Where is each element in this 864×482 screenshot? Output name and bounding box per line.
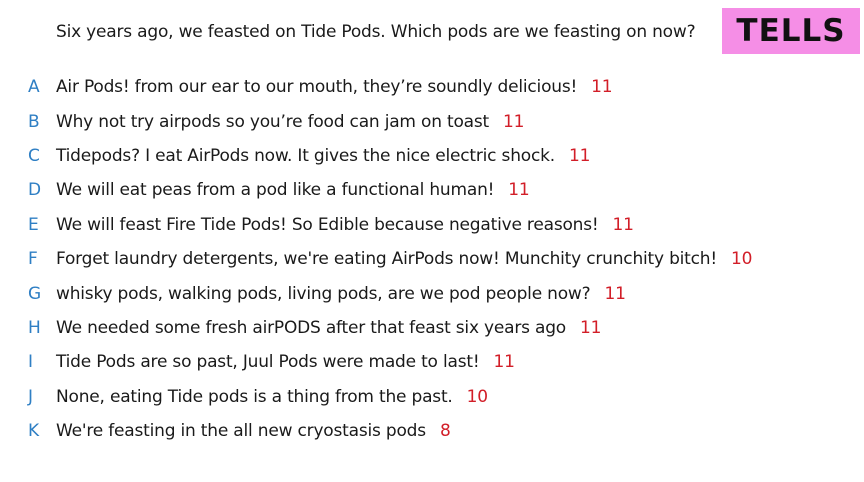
answer-letter: K: [28, 421, 40, 442]
answer-row-b: B Why not try airpods so you’re food can…: [0, 104, 864, 138]
question-text: Six years ago, we feasted on Tide Pods. …: [56, 22, 696, 42]
answer-text-wrap: Air Pods! from our ear to our mouth, the…: [56, 77, 613, 98]
tells-badge: TELLS: [722, 8, 860, 54]
answer-text-wrap: None, eating Tide pods is a thing from t…: [56, 387, 488, 407]
answer-text-wrap: Tide Pods are so past, Juul Pods were ma…: [56, 352, 515, 372]
answer-letter: C: [28, 145, 40, 166]
answer-row-a: A Air Pods! from our ear to our mouth, t…: [0, 70, 864, 104]
answer-letter: F: [28, 249, 38, 270]
answer-row-k: K We're feasting in the all new cryostas…: [0, 414, 864, 448]
answer-text: Air Pods! from our ear to our mouth, the…: [56, 77, 578, 98]
answer-text: Why not try airpods so you’re food can j…: [56, 111, 489, 132]
answer-row-j: J None, eating Tide pods is a thing from…: [0, 380, 864, 414]
answer-text-wrap: We will feast Fire Tide Pods! So Edible …: [56, 215, 634, 235]
answer-row-h: H We needed some fresh airPODS after tha…: [0, 311, 864, 345]
answer-letter: J: [28, 386, 34, 407]
answer-row-c: C Tidepods? I eat AirPods now. It gives …: [0, 139, 864, 173]
answer-count: 10: [466, 386, 488, 407]
answer-count: 10: [731, 249, 753, 270]
answer-count: 8: [439, 421, 451, 442]
answer-text-wrap: Tidepods? I eat AirPods now. It gives th…: [56, 146, 590, 166]
answer-text-wrap: We needed some fresh airPODS after that …: [56, 318, 601, 338]
answer-letter: E: [28, 214, 39, 235]
answer-text-wrap: Forget laundry detergents, we're eating …: [56, 249, 752, 269]
answer-row-i: I Tide Pods are so past, Juul Pods were …: [0, 345, 864, 379]
answer-row-g: G whisky pods, walking pods, living pods…: [0, 276, 864, 310]
answer-text-wrap: whisky pods, walking pods, living pods, …: [56, 284, 626, 304]
answer-count: 11: [568, 145, 591, 166]
answer-text-wrap: We're feasting in the all new cryostasis…: [56, 421, 451, 441]
answer-count: 11: [591, 77, 613, 98]
answer-text: We will eat peas from a pod like a funct…: [56, 180, 495, 201]
answer-text: We will feast Fire Tide Pods! So Edible …: [56, 214, 599, 235]
answer-count: 11: [612, 214, 634, 235]
answer-letter: H: [28, 317, 41, 338]
answer-letter: D: [28, 180, 42, 201]
answer-text: Forget laundry detergents, we're eating …: [56, 249, 717, 270]
answer-text: Tidepods? I eat AirPods now. It gives th…: [56, 145, 555, 166]
answer-list: A Air Pods! from our ear to our mouth, t…: [0, 70, 864, 448]
answer-letter: G: [28, 283, 42, 304]
answer-text: whisky pods, walking pods, living pods, …: [56, 283, 591, 304]
answer-letter: B: [28, 111, 40, 132]
answer-count: 11: [604, 283, 626, 304]
answer-count: 11: [508, 180, 530, 201]
answer-letter: I: [28, 352, 34, 373]
answer-count: 11: [493, 352, 515, 373]
answer-text: We're feasting in the all new cryostasis…: [56, 421, 426, 442]
answer-letter: A: [28, 77, 40, 98]
badge-label: TELLS: [736, 13, 846, 49]
answer-text: Tide Pods are so past, Juul Pods were ma…: [56, 352, 480, 373]
answer-row-f: F Forget laundry detergents, we're eatin…: [0, 242, 864, 276]
answer-row-e: E We will feast Fire Tide Pods! So Edibl…: [0, 208, 864, 242]
answer-text-wrap: Why not try airpods so you’re food can j…: [56, 112, 524, 132]
answer-text: We needed some fresh airPODS after that …: [56, 317, 567, 338]
answer-row-d: D We will eat peas from a pod like a fun…: [0, 173, 864, 207]
answer-count: 11: [502, 111, 525, 132]
answer-count: 11: [580, 317, 602, 338]
answer-text: None, eating Tide pods is a thing from t…: [56, 386, 453, 407]
answer-text-wrap: We will eat peas from a pod like a funct…: [56, 180, 530, 200]
